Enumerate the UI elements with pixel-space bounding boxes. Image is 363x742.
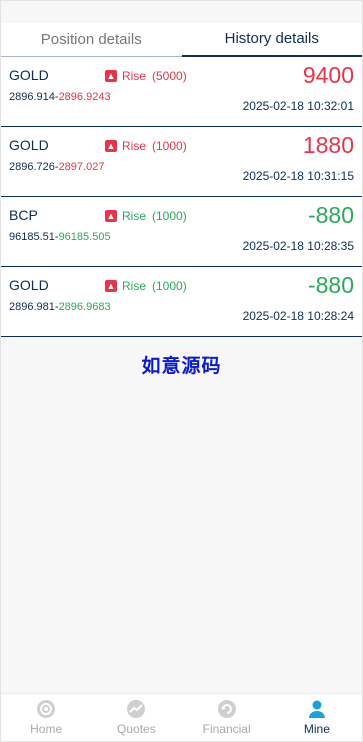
record-amount: (5000): [152, 69, 187, 83]
record-time: 2025-02-18 10:28:24: [242, 309, 354, 323]
watermark-text: 如意源码: [141, 356, 222, 377]
nav-label-home: Home: [30, 722, 63, 736]
direction-badge: ▲ Rise (1000): [105, 139, 187, 153]
record-prices: 96185.51-96185.505: [9, 231, 111, 243]
nav-label-financial: Financial: [202, 722, 251, 736]
tab-bar: Position details History details: [1, 23, 362, 57]
nav-mine[interactable]: Mine: [272, 694, 362, 741]
record-symbol: GOLD: [9, 277, 49, 293]
record-symbol: GOLD: [9, 137, 49, 153]
record-symbol: GOLD: [9, 67, 49, 83]
nav-home[interactable]: Home: [1, 694, 91, 741]
app-frame: Position details History details GOLD ▲ …: [0, 0, 363, 742]
arrow-up-icon: ▲: [105, 70, 117, 82]
record-pnl: 1880: [302, 132, 354, 158]
nav-financial[interactable]: Financial: [182, 694, 272, 741]
open-price: 2896.726: [9, 161, 55, 173]
record-pnl: -880: [307, 272, 354, 298]
record-direction: Rise: [122, 139, 147, 153]
close-price: 2896.9243: [58, 91, 111, 103]
history-record[interactable]: BCP ▲ Rise (1000) 96185.51-96185.505 -88…: [1, 197, 362, 267]
arrow-up-icon: ▲: [105, 280, 117, 292]
quotes-icon: [127, 700, 146, 718]
record-pnl: -880: [307, 202, 354, 228]
record-prices: 2896.914-2896.9243: [9, 91, 111, 103]
open-price: 2896.914: [9, 91, 55, 103]
open-price: 96185.51: [9, 231, 55, 243]
record-prices: 2896.981-2896.9683: [9, 301, 111, 313]
record-direction: Rise: [122, 279, 147, 293]
user-icon: [308, 700, 325, 718]
record-amount: (1000): [152, 209, 187, 223]
history-list: GOLD ▲ Rise (5000) 2896.914-2896.9243 94…: [1, 57, 362, 337]
arrow-up-icon: ▲: [105, 140, 117, 152]
home-icon: [37, 700, 56, 718]
record-time: 2025-02-18 10:31:15: [242, 169, 354, 183]
record-direction: Rise: [122, 69, 147, 83]
history-record[interactable]: GOLD ▲ Rise (1000) 2896.726-2897.027 188…: [1, 127, 362, 197]
record-time: 2025-02-18 10:28:35: [242, 239, 354, 253]
record-amount: (1000): [152, 279, 187, 293]
arrow-up-icon: ▲: [105, 210, 117, 222]
nav-label-quotes: Quotes: [117, 722, 156, 736]
direction-badge: ▲ Rise (1000): [105, 279, 187, 293]
tab-history-details[interactable]: History details: [181, 23, 362, 57]
record-pnl: 9400: [302, 62, 354, 88]
record-time: 2025-02-18 10:32:01: [242, 99, 354, 113]
close-price: 2897.027: [58, 161, 105, 173]
nav-quotes[interactable]: Quotes: [91, 694, 181, 741]
tab-position-details[interactable]: Position details: [1, 23, 182, 57]
record-prices: 2896.726-2897.027: [9, 161, 104, 173]
direction-badge: ▲ Rise (1000): [105, 209, 187, 223]
record-direction: Rise: [122, 209, 147, 223]
bottom-nav: Home Quotes Financial Mine: [1, 693, 362, 741]
record-amount: (1000): [152, 139, 187, 153]
close-price: 96185.505: [58, 231, 111, 243]
record-symbol: BCP: [9, 207, 38, 223]
direction-badge: ▲ Rise (5000): [105, 69, 187, 83]
close-price: 2896.9683: [58, 301, 111, 313]
open-price: 2896.981: [9, 301, 55, 313]
history-record[interactable]: GOLD ▲ Rise (1000) 2896.981-2896.9683 -8…: [1, 267, 362, 337]
financial-icon: [217, 700, 236, 718]
nav-label-mine: Mine: [303, 722, 330, 736]
history-record[interactable]: GOLD ▲ Rise (5000) 2896.914-2896.9243 94…: [1, 57, 362, 127]
